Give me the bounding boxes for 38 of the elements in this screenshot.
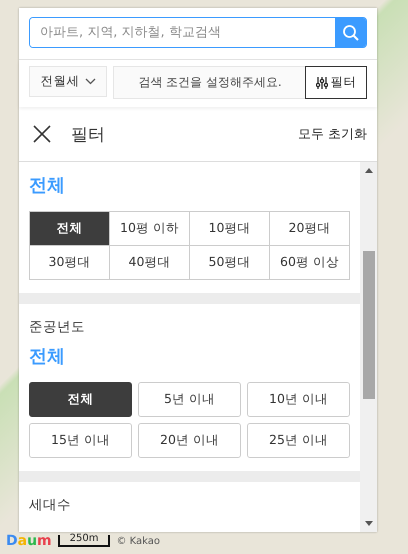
map-scale: 250m — [58, 535, 110, 547]
close-icon — [33, 125, 51, 143]
section-label: 세대수 — [29, 496, 72, 514]
section-label: 준공년도 — [29, 318, 86, 336]
year-option[interactable]: 5년 이내 — [138, 382, 241, 417]
size-option[interactable]: 전체 — [30, 212, 110, 246]
size-option[interactable]: 60평 이상 — [270, 246, 350, 280]
search-icon — [342, 24, 360, 42]
condition-bar[interactable]: 검색 조건을 설정해주세요. 필터 — [113, 66, 367, 99]
year-option[interactable]: 10년 이내 — [247, 382, 350, 417]
close-button[interactable] — [33, 125, 51, 143]
size-option[interactable]: 40평대 — [110, 246, 190, 280]
scroll-thumb[interactable] — [362, 251, 374, 399]
logo: Daum — [6, 533, 52, 549]
chevron-down-icon — [84, 78, 96, 85]
search-field[interactable]: 아파트, 지역, 지하철, 학교검색 — [29, 17, 367, 48]
condition-text: 검색 조건을 설정해주세요. — [137, 74, 283, 91]
size-option[interactable]: 10평 이하 — [110, 212, 190, 246]
year-option[interactable]: 20년 이내 — [138, 423, 241, 458]
size-option[interactable]: 50평대 — [190, 246, 270, 280]
copyright-text: © Kakao — [116, 536, 160, 546]
selected-value: 전체 — [29, 345, 66, 368]
scroll-down-icon[interactable] — [364, 521, 372, 526]
scrollbar[interactable] — [360, 162, 377, 532]
size-option[interactable]: 30평대 — [30, 246, 110, 280]
selected-value: 전체 — [29, 174, 66, 197]
year-option[interactable]: 25년 이내 — [247, 423, 350, 458]
deal-type-dropdown[interactable]: 전월세 — [29, 66, 107, 97]
filter-title: 필터 — [71, 124, 106, 146]
scroll-up-icon[interactable] — [364, 168, 372, 173]
sliders-icon — [316, 76, 328, 90]
size-option[interactable]: 10평대 — [190, 212, 270, 246]
size-option[interactable]: 20평대 — [270, 212, 350, 246]
filter-button[interactable]: 필터 — [305, 66, 367, 99]
year-option[interactable]: 15년 이내 — [29, 423, 132, 458]
search-button[interactable] — [335, 18, 366, 47]
year-option[interactable]: 전체 — [29, 382, 132, 417]
reset-all-button[interactable]: 모두 초기화 — [298, 125, 367, 143]
